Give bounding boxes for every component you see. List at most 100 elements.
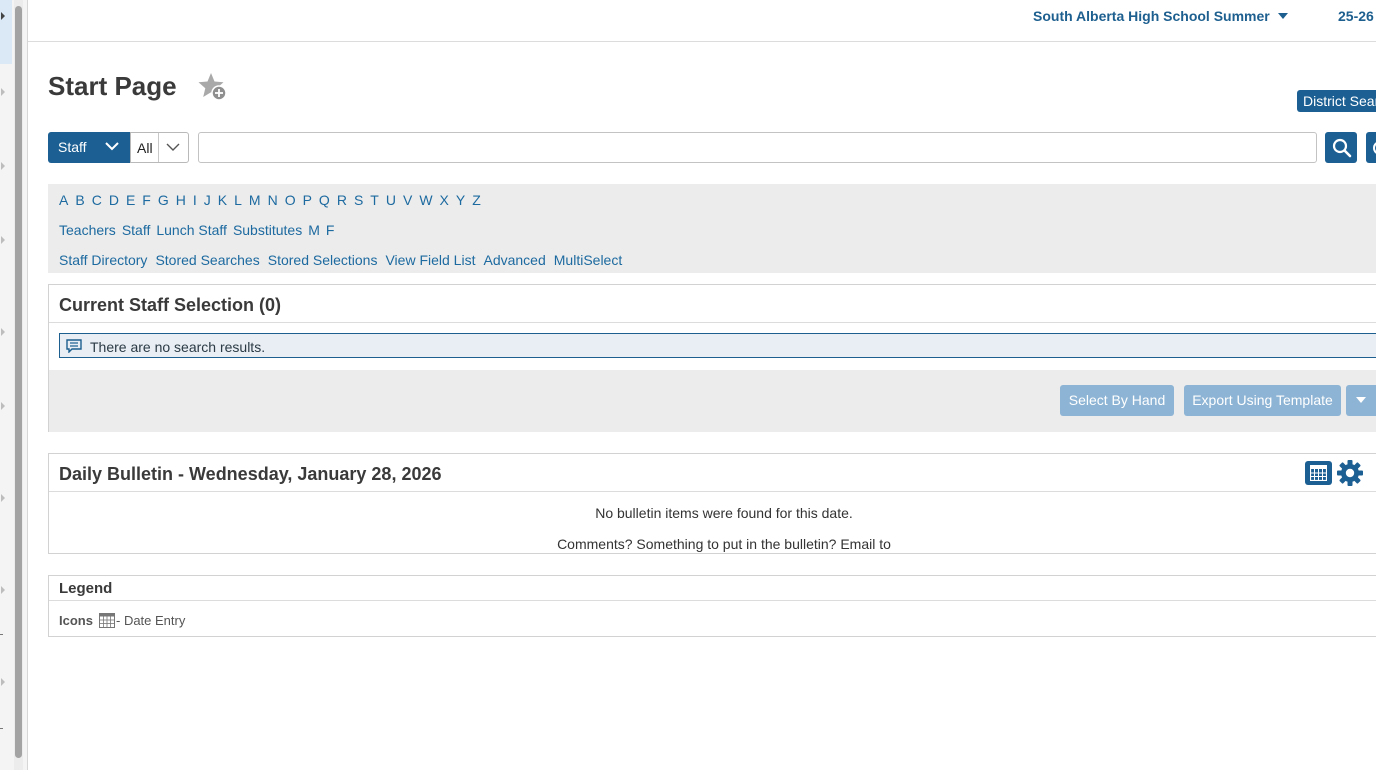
favorite-add-icon[interactable] bbox=[197, 71, 229, 103]
letter-link-s[interactable]: S bbox=[354, 192, 363, 208]
group-link-m[interactable]: M bbox=[308, 222, 320, 238]
letter-link-o[interactable]: O bbox=[285, 192, 296, 208]
group-link-f[interactable]: F bbox=[326, 222, 335, 238]
divider bbox=[49, 491, 1376, 492]
search-options-button[interactable] bbox=[1366, 132, 1376, 163]
letter-link-b[interactable]: B bbox=[75, 192, 84, 208]
gear-icon[interactable] bbox=[1336, 459, 1364, 487]
letter-link-e[interactable]: E bbox=[126, 192, 135, 208]
letter-link-h[interactable]: H bbox=[176, 192, 186, 208]
letter-link-z[interactable]: Z bbox=[472, 192, 481, 208]
caret-down-icon bbox=[1356, 397, 1366, 403]
bulletin-title: Daily Bulletin - Wednesday, January 28, … bbox=[59, 464, 442, 484]
letter-link-t[interactable]: T bbox=[370, 192, 379, 208]
legend-date-entry-text: - Date Entry bbox=[116, 613, 186, 628]
page-title: Start Page bbox=[48, 71, 177, 101]
divider bbox=[49, 600, 1376, 601]
scrollbar-thumb[interactable] bbox=[15, 6, 22, 758]
no-results-message: There are no search results. bbox=[59, 333, 1376, 358]
letter-link-u[interactable]: U bbox=[386, 192, 396, 208]
letter-link-y[interactable]: Y bbox=[456, 192, 465, 208]
letter-link-d[interactable]: D bbox=[109, 192, 119, 208]
nav-caret-icon[interactable] bbox=[1, 88, 5, 96]
letter-link-k[interactable]: K bbox=[218, 192, 227, 208]
daily-bulletin-panel: Daily Bulletin - Wednesday, January 28, … bbox=[48, 453, 1376, 554]
staff-group-links: Teachers Staff Lunch Staff Substitutes M F bbox=[59, 222, 340, 238]
letter-link-x[interactable]: X bbox=[440, 192, 449, 208]
letter-link-a[interactable]: A bbox=[59, 192, 68, 208]
year-selector[interactable]: 25-26 bbox=[1338, 8, 1374, 24]
tool-link-stored-searches[interactable]: Stored Searches bbox=[155, 252, 259, 268]
divider bbox=[49, 322, 1376, 323]
letter-link-l[interactable]: L bbox=[234, 192, 242, 208]
legend-panel: Legend Icons - Date Entry bbox=[48, 575, 1376, 637]
group-link-substitutes[interactable]: Substitutes bbox=[233, 222, 302, 238]
search-filter-dropdown[interactable]: All bbox=[130, 132, 189, 163]
letter-link-i[interactable]: I bbox=[193, 192, 197, 208]
quick-search-panel: ABCDEFGHIJKLMNOPQRSTUVWXYZ Teachers Staff… bbox=[48, 184, 1376, 273]
search-tool-links: Staff Directory Stored Searches Stored Sel… bbox=[59, 252, 630, 268]
legend-title: Legend bbox=[59, 580, 113, 597]
search-scope-dropdown[interactable]: Staff bbox=[48, 132, 130, 163]
letter-link-f[interactable]: F bbox=[142, 192, 151, 208]
message-icon bbox=[66, 339, 82, 353]
group-link-staff[interactable]: Staff bbox=[122, 222, 151, 238]
calendar-button[interactable] bbox=[1305, 461, 1332, 485]
left-navigation-rail bbox=[0, 0, 28, 770]
chevron-down-icon bbox=[105, 142, 119, 151]
selection-title: Current Staff Selection (0) bbox=[59, 295, 282, 315]
calendar-icon bbox=[1310, 465, 1327, 481]
tool-link-staff-directory[interactable]: Staff Directory bbox=[59, 252, 147, 268]
letter-link-m[interactable]: M bbox=[249, 192, 261, 208]
search-filter-label: All bbox=[137, 140, 153, 156]
rail-tick bbox=[0, 634, 3, 635]
export-menu-button[interactable] bbox=[1346, 385, 1376, 416]
tool-link-advanced[interactable]: Advanced bbox=[483, 252, 545, 268]
school-name: South Alberta High School Summer bbox=[1033, 8, 1270, 24]
nav-caret-icon[interactable] bbox=[1, 236, 5, 244]
search-icon bbox=[1332, 138, 1352, 158]
bulletin-comments-text: Comments? Something to put in the bullet… bbox=[557, 536, 891, 552]
select-by-hand-button[interactable]: Select By Hand bbox=[1060, 385, 1174, 416]
letter-link-r[interactable]: R bbox=[337, 192, 347, 208]
group-link-lunch-staff[interactable]: Lunch Staff bbox=[156, 222, 227, 238]
selection-actions: Select By Hand Export Using Template bbox=[49, 370, 1376, 432]
district-search-button[interactable]: District Search bbox=[1297, 90, 1376, 112]
letter-link-p[interactable]: P bbox=[303, 192, 312, 208]
calendar-icon bbox=[99, 613, 115, 628]
chevron-down-icon bbox=[166, 143, 180, 151]
tool-link-view-field-list[interactable]: View Field List bbox=[385, 252, 475, 268]
letter-link-j[interactable]: J bbox=[204, 192, 211, 208]
school-selector[interactable]: South Alberta High School Summer bbox=[1033, 8, 1288, 24]
rail-tick bbox=[0, 728, 3, 729]
letter-link-n[interactable]: N bbox=[268, 192, 278, 208]
nav-caret-icon[interactable] bbox=[1, 402, 5, 410]
nav-caret-icon[interactable] bbox=[1, 586, 5, 594]
nav-caret-icon[interactable] bbox=[1, 328, 5, 336]
tool-link-multiselect[interactable]: MultiSelect bbox=[554, 252, 622, 268]
expand-caret-icon[interactable] bbox=[1, 12, 5, 20]
search-scope-label: Staff bbox=[58, 139, 87, 155]
chevron-down-icon bbox=[1277, 13, 1288, 19]
legend-icons-label: Icons bbox=[59, 613, 93, 628]
no-results-text: There are no search results. bbox=[90, 339, 266, 355]
current-selection-panel: Current Staff Selection (0) There are no… bbox=[48, 284, 1376, 432]
tool-link-stored-selections[interactable]: Stored Selections bbox=[268, 252, 378, 268]
letter-link-w[interactable]: W bbox=[419, 192, 432, 208]
search-input[interactable] bbox=[198, 132, 1317, 163]
search-button[interactable] bbox=[1325, 132, 1357, 163]
group-link-teachers[interactable]: Teachers bbox=[59, 222, 116, 238]
letter-link-v[interactable]: V bbox=[403, 192, 412, 208]
top-bar: South Alberta High School Summer 25-26 bbox=[28, 0, 1376, 42]
active-nav-item[interactable] bbox=[0, 0, 12, 64]
letter-link-g[interactable]: G bbox=[158, 192, 169, 208]
letter-link-q[interactable]: Q bbox=[319, 192, 330, 208]
nav-caret-icon[interactable] bbox=[1, 678, 5, 686]
divider bbox=[158, 133, 159, 162]
letter-link-c[interactable]: C bbox=[92, 192, 102, 208]
bulletin-empty-message: No bulletin items were found for this da… bbox=[595, 505, 853, 521]
export-using-template-button[interactable]: Export Using Template bbox=[1184, 385, 1341, 416]
letter-index: ABCDEFGHIJKLMNOPQRSTUVWXYZ bbox=[59, 192, 488, 208]
nav-caret-icon[interactable] bbox=[1, 494, 5, 502]
nav-caret-icon[interactable] bbox=[1, 162, 5, 170]
